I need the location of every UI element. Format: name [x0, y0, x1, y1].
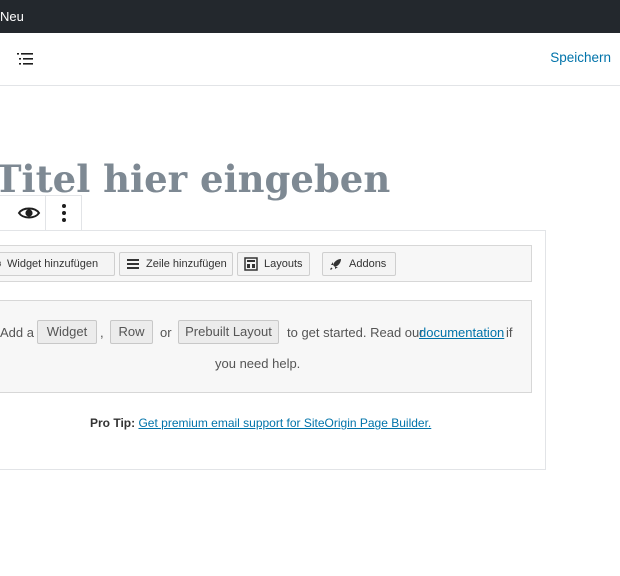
layout-icon — [244, 257, 258, 271]
documentation-link[interactable]: documentation — [419, 325, 504, 340]
empty-state-box — [0, 300, 532, 393]
pro-tip: Pro Tip: Get premium email support for S… — [90, 416, 431, 430]
add-widget-label: Widget hinzufügen — [7, 258, 99, 270]
rocket-icon — [329, 257, 343, 271]
if-text: if — [506, 325, 513, 340]
page-builder-toolbar: Widget hinzufügen Zeile hinzufügen Layou… — [0, 245, 532, 282]
add-widget-inline-button[interactable]: Widget — [37, 320, 97, 344]
layouts-button[interactable]: Layouts — [237, 252, 310, 276]
gear-icon — [0, 257, 2, 271]
more-options-icon[interactable] — [47, 196, 81, 230]
layouts-label: Layouts — [264, 258, 303, 270]
pro-tip-label: Pro Tip: — [90, 416, 136, 430]
admin-bar: Neu — [0, 0, 620, 33]
preview-eye-icon[interactable] — [12, 196, 46, 230]
rows-icon — [126, 257, 140, 271]
you-need-help-text: you need help. — [215, 356, 301, 371]
editor-header: Speichern — [0, 33, 620, 86]
comma-text: , — [100, 325, 104, 340]
to-get-started-text: to get started. Read our — [287, 325, 424, 340]
or-text: or — [160, 325, 172, 340]
pro-tip-link[interactable]: Get premium email support for SiteOrigin… — [138, 416, 431, 430]
addons-label: Addons — [349, 258, 387, 270]
prebuilt-layout-inline-button[interactable]: Prebuilt Layout — [178, 320, 279, 344]
add-row-label: Zeile hinzufügen — [146, 258, 227, 270]
add-row-inline-button[interactable]: Row — [110, 320, 153, 344]
empty-add-a-text: Add a — [0, 325, 34, 340]
block-toolbar — [0, 195, 82, 231]
add-widget-button[interactable]: Widget hinzufügen — [0, 252, 115, 276]
list-view-icon[interactable] — [14, 48, 36, 70]
add-row-button[interactable]: Zeile hinzufügen — [119, 252, 233, 276]
addons-button[interactable]: Addons — [322, 252, 396, 276]
save-button[interactable]: Speichern — [550, 50, 611, 65]
admin-bar-new-label[interactable]: Neu — [0, 0, 24, 33]
toolbar-separator — [45, 196, 46, 230]
